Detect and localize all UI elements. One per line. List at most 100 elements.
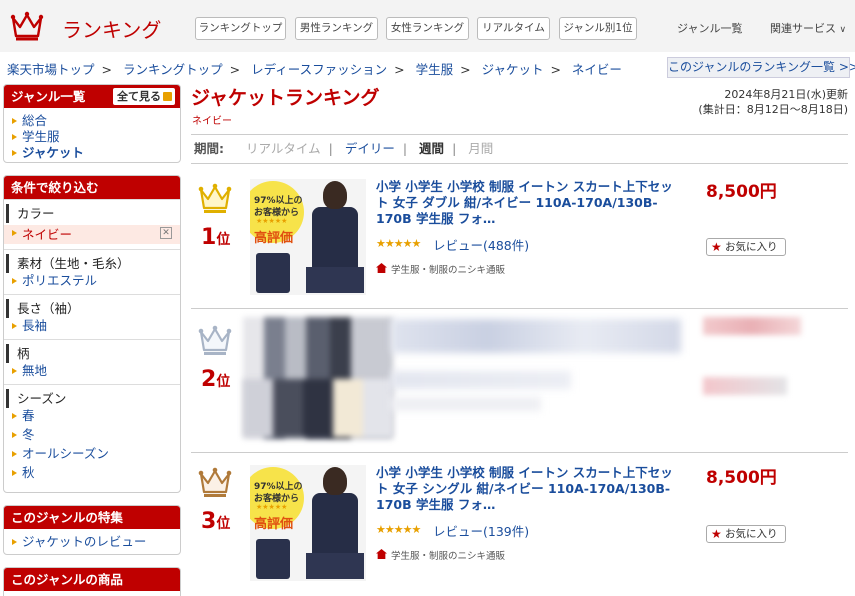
product-thumbnail[interactable]: 97%以上の お客様から ★★★★★ 高評価 [250,179,366,295]
blurred-fav-button [703,377,787,395]
thumb-badge-bottom: 高評価 [254,517,294,532]
period-tab-weekly[interactable]: 週間 [419,141,444,156]
logo-text[interactable]: ランキング [62,14,161,43]
filter-option[interactable]: 無地 [4,363,180,379]
shop-link[interactable]: 学生服・制服のニシキ通販 [376,548,505,562]
gold-crown-icon [198,183,232,213]
hanger-jacket-shape [256,539,290,579]
filter-title: 柄 [6,344,180,363]
rating-stars: ★★★★★ [376,523,421,536]
favorite-button[interactable]: お気に入り [706,238,786,256]
header-bar: ランキング ランキングトップ 男性ランキング 女性ランキング リアルタイム ジャ… [0,0,855,52]
sidebar-feature-head: このジャンルの特集 [4,506,180,529]
sidebar-products-head: このジャンルの商品 [4,568,180,591]
filter-title: 素材（生地・毛糸） [6,254,180,273]
breadcrumb-separator: > [460,62,471,77]
filter-title: カラー [6,204,180,223]
rank-number: 1位 [201,225,230,250]
rank-suffix: 位 [216,374,231,390]
filter-option[interactable]: 長袖 [4,318,180,334]
uniform-skirt-shape [306,553,364,579]
breadcrumb-separator: > [101,62,112,77]
breadcrumb-separator: > [394,62,405,77]
product-title-link[interactable]: 小学 小学生 小学校 制服 イートン スカート上下セット 女子 シングル 紺/ネ… [376,465,679,513]
sidebar-genre-title: ジャンル一覧 [11,89,86,104]
blurred-price [703,317,801,335]
rank-number: 3位 [201,509,230,534]
rank-value: 3 [201,509,217,534]
ranking-item: 2位 [191,309,848,453]
filter-season: シーズン 春 冬 オールシーズン 秋 [4,384,180,489]
filter-sleeve-length: 長さ（袖） 長袖 [4,294,180,339]
breadcrumb-item[interactable]: 楽天市場トップ [7,62,95,77]
period-range: (集計日：8月12日～8月18日) [698,103,848,116]
blurred-shop [391,397,541,411]
uniform-jacket-shape [312,207,358,269]
womens-ranking-button[interactable]: 女性ランキング [386,17,469,40]
sidebar-filter-box: 条件で絞り込む カラー ネイビー ✕ 素材（生地・毛糸） ポリエステル 長さ（袖… [3,175,181,493]
thumb-badge-bottom: 高評価 [254,231,294,246]
model-head-shape [323,467,347,495]
sidebar-products-box: このジャンルの商品 [3,567,181,596]
filter-option[interactable]: ポリエステル [4,273,180,289]
ranking-top-button[interactable]: ランキングトップ [195,17,286,40]
feature-item-jacket-review[interactable]: ジャケットのレビュー [4,534,180,550]
remove-filter-icon[interactable]: ✕ [160,227,172,239]
see-all-button[interactable]: 全て見る [113,88,175,105]
genre-item-school-uniform[interactable]: 学生服 [4,129,180,145]
blurred-title [391,319,681,353]
filter-option[interactable]: 冬 [4,427,180,446]
rank-suffix: 位 [216,516,231,532]
crown-logo-icon[interactable] [10,10,44,42]
mens-ranking-button[interactable]: 男性ランキング [295,17,378,40]
shop-link[interactable]: 学生服・制服のニシキ通販 [376,262,505,276]
breadcrumb: 楽天市場トップ > ランキングトップ > レディースファッション > 学生服 > ジャケ… [7,59,622,78]
product-thumbnail[interactable]: 97%以上の お客様から ★★★★★ 高評価 [250,465,366,581]
breadcrumb-item[interactable]: レディースファッション [251,62,387,77]
rank-value: 1 [201,225,217,250]
breadcrumb-separator: > [229,62,241,77]
filter-title: シーズン [6,389,180,408]
related-services-link[interactable]: 関連サービス ∨ [770,20,846,36]
uniform-jacket-shape [312,493,358,555]
rank-value: 2 [201,367,217,392]
review-link[interactable]: レビュー(488件) [433,235,529,254]
genre-top-button[interactable]: ジャンル別1位 [559,17,637,40]
breadcrumb-item[interactable]: ランキングトップ [123,62,223,77]
realtime-button[interactable]: リアルタイム [477,17,550,40]
breadcrumb-item[interactable]: ジャケット [482,62,544,77]
period-tab-daily[interactable]: デイリー [345,141,395,156]
filter-option[interactable]: オールシーズン [4,446,180,465]
filter-option-label: ネイビー [22,227,73,242]
blurred-review [391,371,571,389]
bronze-crown-icon [198,467,232,497]
genre-item-jacket[interactable]: ジャケット [4,145,180,161]
filter-material: 素材（生地・毛糸） ポリエステル [4,249,180,294]
breadcrumb-item[interactable]: 学生服 [416,62,454,77]
thumb-stars: ★★★★★ [256,503,288,511]
model-head-shape [323,181,347,209]
breadcrumb-item[interactable]: ネイビー [572,62,622,77]
filter-option-navy[interactable]: ネイビー ✕ [4,225,180,244]
ranking-item: 1位 97%以上の お客様から ★★★★★ 高評価 小学 小学生 小学校 制服 … [191,165,848,309]
chevron-down-icon: ∨ [839,25,847,35]
genre-ranking-list-link[interactable]: このジャンルのランキング一覧 >> [667,57,855,78]
period-tab-monthly[interactable]: 月間 [468,141,493,156]
filter-option[interactable]: 春 [4,408,180,427]
breadcrumb-separator: > [550,62,561,77]
rank-number: 2位 [201,367,230,392]
product-title-link[interactable]: 小学 小学生 小学校 制服 イートン スカート上下セット 女子 ダブル 紺/ネイ… [376,179,679,227]
review-link[interactable]: レビュー(139件) [433,521,529,540]
period-tab-realtime[interactable]: リアルタイム [246,141,321,156]
genre-list-link[interactable]: ジャンル一覧 [677,20,742,36]
silver-crown-icon [198,325,232,355]
thumb-stars: ★★★★★ [256,217,288,225]
sidebar-feature-box: このジャンルの特集 ジャケットのレビュー [3,505,181,555]
filter-option[interactable]: 秋 [4,465,180,484]
period-label: 期間: [194,141,224,156]
ranking-item: 3位 97%以上の お客様から ★★★★★ 高評価 小学 小学生 小学校 制服 … [191,453,848,596]
rank-suffix: 位 [216,232,231,248]
favorite-button[interactable]: お気に入り [706,525,786,543]
genre-item-overall[interactable]: 総合 [4,113,180,129]
sidebar-genre-head: ジャンル一覧 全て見る [4,85,180,108]
